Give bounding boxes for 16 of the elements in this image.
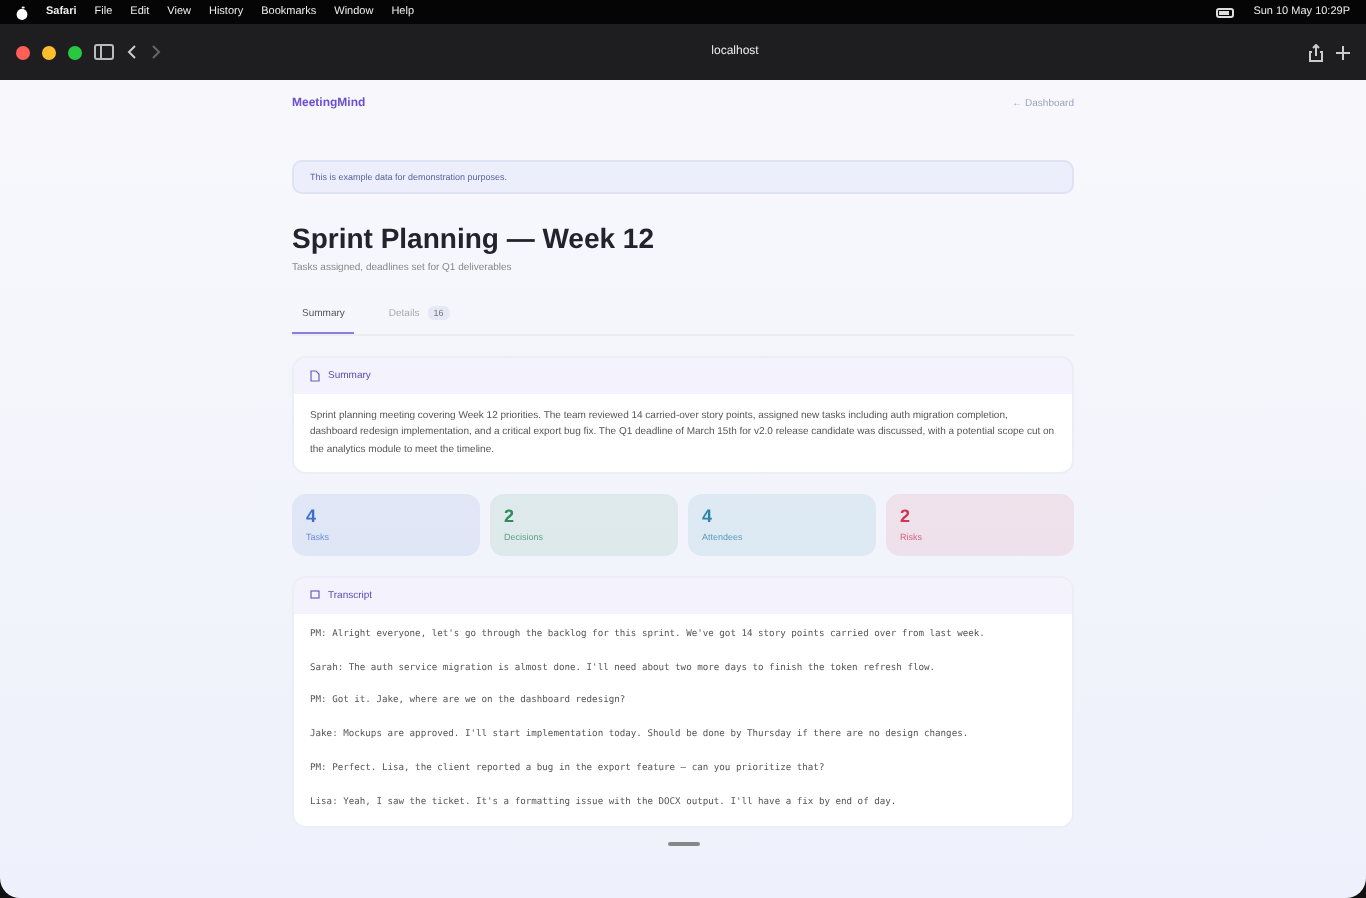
document-icon [310, 370, 320, 382]
share-icon[interactable] [1308, 43, 1324, 61]
stat-value: 4 [702, 505, 715, 526]
meeting-title: Sprint Planning — Week 12 [292, 222, 657, 254]
stat-value: 2 [504, 505, 517, 526]
stat-value: 4 [306, 505, 319, 526]
zoom-button[interactable] [68, 45, 82, 59]
forward-icon[interactable] [150, 44, 162, 60]
close-button[interactable] [16, 45, 30, 59]
stat-value: 2 [900, 505, 913, 526]
plus-icon[interactable] [1336, 45, 1350, 59]
battery-icon[interactable] [1215, 7, 1236, 17]
sidebar-icon[interactable] [94, 44, 114, 60]
minimize-button[interactable] [42, 45, 56, 59]
back-icon[interactable] [126, 44, 138, 60]
scroll-handle[interactable] [667, 841, 699, 847]
